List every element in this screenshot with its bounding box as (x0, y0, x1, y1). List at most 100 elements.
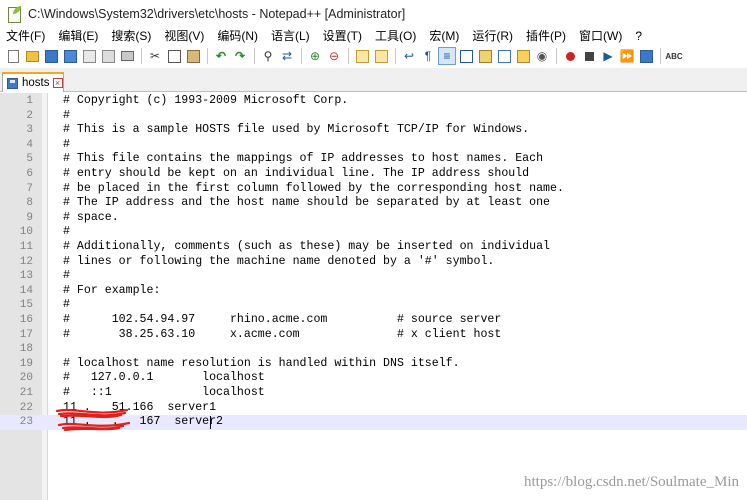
word-wrap-icon[interactable]: ↩ (400, 47, 418, 65)
editor-line: 15 # (0, 298, 747, 313)
editor-line: 1 # Copyright (c) 1993-2009 Microsoft Cor… (0, 94, 747, 109)
editor-line: 19 # localhost name resolution is handled… (0, 357, 747, 372)
toolbar-separator (395, 48, 396, 64)
menu-plugins[interactable]: 插件(P) (520, 27, 573, 44)
line-text: # (63, 298, 70, 312)
line-number: 20 (19, 372, 33, 385)
line-text: # localhost name resolution is handled w… (63, 356, 460, 370)
menu-run[interactable]: 运行(R) (466, 27, 520, 44)
toolbar-separator (556, 48, 557, 64)
sync-horizontal-icon[interactable] (372, 47, 390, 65)
close-icon[interactable] (80, 47, 98, 65)
window-title: C:\Windows\System32\drivers\etc\hosts - … (28, 6, 406, 21)
editor-line: 16 # 102.54.94.97 rhino.acme.com # source… (0, 313, 747, 328)
title-bar: C:\Windows\System32\drivers\etc\hosts - … (0, 0, 747, 27)
line-text: # 102.54.94.97 rhino.acme.com # source s… (63, 313, 502, 326)
spell-check-icon[interactable]: ABC (665, 47, 683, 65)
line-number: 7 (26, 182, 33, 195)
show-all-chars-icon[interactable]: ¶ (419, 47, 437, 65)
save-macro-icon[interactable] (637, 47, 655, 65)
line-text: # be placed in the first column followed… (63, 181, 564, 195)
save-all-icon[interactable] (61, 47, 79, 65)
open-file-icon[interactable] (23, 47, 41, 65)
close-tab-icon[interactable]: × (52, 78, 63, 88)
line-number: 5 (26, 153, 33, 166)
editor-line: 9 # space. (0, 211, 747, 226)
print-icon[interactable] (118, 47, 136, 65)
menu-window[interactable]: 窗口(W) (573, 27, 629, 44)
line-number: 16 (19, 314, 33, 326)
editor-line: 20 # 127.0.0.1 localhost (0, 371, 747, 386)
folder-workspace-icon[interactable] (514, 47, 532, 65)
toolbar-separator (254, 48, 255, 64)
menu-macro[interactable]: 宏(M) (423, 27, 466, 44)
editor-line: 4 # (0, 138, 747, 153)
editor-line: 11 # Additionally, comments (such as thes… (0, 240, 747, 255)
close-all-icon[interactable] (99, 47, 117, 65)
menu-search[interactable]: 搜索(S) (105, 27, 158, 44)
toolbar-separator (348, 48, 349, 64)
tab-bar: hosts × (0, 68, 747, 92)
line-text: # 38.25.63.10 x.acme.com # x client host (63, 327, 502, 341)
tab-label: hosts (22, 77, 50, 89)
menu-bar: 文件(F) 编辑(E) 搜索(S) 视图(V) 编码(N) 语言(L) 设置(T… (0, 27, 747, 44)
monitoring-icon[interactable]: ◉ (533, 47, 551, 65)
document-map-icon[interactable] (476, 47, 494, 65)
line-text: # This file contains the mappings of IP … (63, 152, 544, 166)
notepadpp-icon (6, 5, 22, 23)
menu-encoding[interactable]: 编码(N) (211, 27, 265, 44)
line-number: 11 (19, 241, 33, 253)
menu-file[interactable]: 文件(F) (0, 27, 52, 44)
find-icon[interactable]: ⚲ (259, 47, 277, 65)
tab-hosts[interactable]: hosts × (2, 72, 64, 92)
menu-edit[interactable]: 编辑(E) (52, 27, 105, 44)
line-number: 19 (19, 357, 33, 370)
menu-settings[interactable]: 设置(T) (317, 27, 369, 44)
indent-guide-icon[interactable]: ≡ (438, 47, 456, 65)
menu-language[interactable]: 语言(L) (265, 27, 317, 44)
cut-icon[interactable]: ✂ (146, 47, 164, 65)
zoom-in-icon[interactable]: ⊕ (306, 47, 324, 65)
sync-vertical-icon[interactable] (353, 47, 371, 65)
record-macro-icon[interactable] (561, 47, 579, 65)
function-list-icon[interactable] (495, 47, 513, 65)
line-number: 15 (19, 299, 33, 312)
editor-line: 14 # For example: (0, 284, 747, 299)
replace-icon[interactable]: ⇄ (278, 47, 296, 65)
line-text: # 127.0.0.1 localhost (63, 371, 265, 385)
menu-help[interactable]: ? (629, 29, 649, 43)
toolbar: ✂ ↶ ↷ ⚲ ⇄ ⊕ ⊖ ↩ ¶ ≡ ◉ ▶ ⏩ ABC (0, 45, 747, 67)
paste-icon[interactable] (184, 47, 202, 65)
editor-line: 6 # entry should be kept on an individual… (0, 167, 747, 182)
line-text: # Additionally, comments (such as these)… (63, 240, 551, 253)
line-number: 14 (19, 284, 33, 297)
line-text: # Copyright (c) 1993-2009 Microsoft Corp… (63, 94, 349, 107)
user-language-icon[interactable] (457, 47, 475, 65)
menu-tools[interactable]: 工具(O) (369, 27, 423, 44)
editor-line: 3 # This is a sample HOSTS file used by M… (0, 123, 747, 138)
line-number: 23 (19, 416, 33, 429)
stop-record-icon[interactable] (580, 47, 598, 65)
new-file-icon[interactable] (4, 47, 22, 65)
redaction-scribble (55, 408, 131, 431)
line-number: 1 (26, 95, 33, 107)
editor[interactable]: 1 # Copyright (c) 1993-2009 Microsoft Cor… (0, 93, 747, 500)
copy-icon[interactable] (165, 47, 183, 65)
line-text: # (63, 137, 70, 151)
redo-icon[interactable]: ↷ (231, 47, 249, 65)
undo-icon[interactable]: ↶ (212, 47, 230, 65)
editor-line: 13 # (0, 269, 747, 284)
editor-line: 21 # ::1 localhost (0, 386, 747, 401)
editor-line: 7 # be placed in the first column followe… (0, 182, 747, 197)
editor-line: 17 # 38.25.63.10 x.acme.com # x client ho… (0, 328, 747, 343)
save-icon[interactable] (42, 47, 60, 65)
menu-view[interactable]: 视图(V) (158, 27, 211, 44)
run-macro-multiple-icon[interactable]: ⏩ (618, 47, 636, 65)
text-caret (210, 416, 211, 430)
line-text: # space. (63, 210, 119, 224)
line-text: # The IP address and the host name shoul… (63, 196, 551, 210)
editor-line: 18 (0, 342, 747, 357)
line-number: 4 (26, 138, 33, 151)
play-macro-icon[interactable]: ▶ (599, 47, 617, 65)
zoom-out-icon[interactable]: ⊖ (325, 47, 343, 65)
